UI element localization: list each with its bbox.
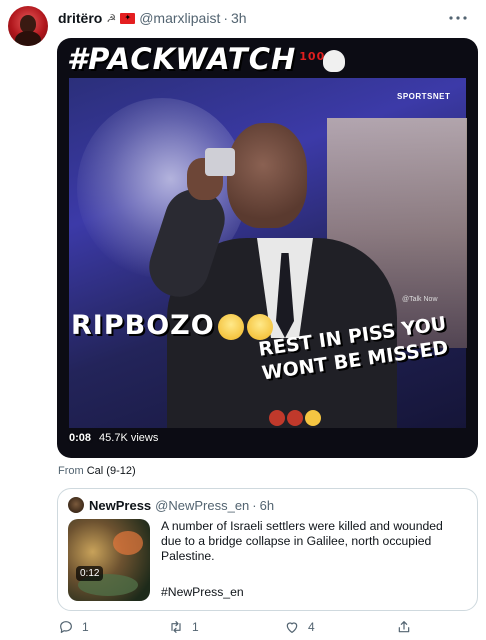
tweet-time[interactable]: 3h [231, 10, 247, 26]
share-button[interactable] [396, 619, 412, 635]
skull-emoji-icon [323, 50, 346, 72]
source-attribution: From Cal (9-12) [58, 465, 136, 477]
video-watermark: @Talk Now [402, 296, 438, 303]
like-button[interactable]: 4 [284, 619, 315, 635]
quoted-author-handle: @NewPress_en [155, 497, 250, 513]
tweet-actions: 1 1 4 [58, 619, 418, 637]
laughing-emoji-icon [217, 313, 244, 340]
quoted-tweet-hashtag: #NewPress_en [161, 585, 244, 599]
video-cup [205, 148, 235, 176]
red-heart-emoji-icon [287, 410, 303, 426]
share-icon [398, 621, 410, 633]
reply-button[interactable]: 1 [58, 619, 89, 635]
video-person-head [227, 123, 307, 228]
video-views: 45.7K views [99, 432, 159, 444]
quoted-author-avatar [68, 497, 84, 513]
author-name[interactable]: dritëro [58, 10, 102, 26]
author-handle[interactable]: @marxlipaist [139, 10, 220, 26]
quoted-tweet[interactable]: NewPress @NewPress_en · 6h 0:12 A number… [57, 488, 478, 611]
caption-ripbozo-text: RIPBOZO [71, 310, 215, 341]
caption-packwatch-text: #PACKWATCH [67, 42, 297, 76]
hammer-sickle-emoji: ☭ [106, 12, 117, 25]
tweet-video[interactable]: SPORTSNET @Talk Now #PACKWATCH 100 RIPBOZ… [57, 38, 478, 458]
heart-icon [286, 622, 298, 633]
avatar-body [15, 31, 41, 46]
quoted-author-name: NewPress [89, 497, 152, 513]
source-prefix: From [58, 465, 84, 477]
thumbnail-fire [113, 531, 143, 555]
retweet-icon [171, 621, 181, 633]
video-timestamp: 0:08 [69, 432, 92, 444]
quoted-header-separator: · [252, 497, 257, 513]
red-heart-emoji-icon [269, 410, 285, 426]
video-meta: 0:08 45.7K views [69, 432, 158, 444]
hundred-emoji-icon: 100 [299, 50, 326, 63]
reply-count: 1 [82, 620, 89, 634]
quoted-tweet-text: A number of Israeli settlers were killed… [161, 519, 443, 563]
caption-ripbozo: RIPBOZO [71, 310, 273, 341]
quoted-tweet-time: 6h [259, 497, 275, 513]
reply-icon [60, 621, 72, 633]
tweet[interactable]: dritëro ☭ ✦ @marxlipaist · 3h SPORTSNET … [0, 0, 486, 640]
header-separator: · [223, 10, 229, 26]
quoted-tweet-header: NewPress @NewPress_en · 6h [68, 497, 274, 513]
quoted-video-duration: 0:12 [76, 566, 104, 581]
caption-rest-emojis [269, 410, 321, 426]
like-count: 4 [308, 620, 315, 634]
retweet-button[interactable]: 1 [168, 619, 199, 635]
albania-flag-icon: ✦ [120, 12, 136, 24]
quoted-video-thumbnail[interactable]: 0:12 [68, 519, 150, 601]
channel-logo: SPORTSNET [397, 92, 451, 101]
more-options-icon[interactable] [448, 8, 468, 28]
caption-packwatch: #PACKWATCH 100 [67, 42, 346, 76]
author-avatar[interactable] [8, 6, 48, 46]
retweet-count: 1 [192, 620, 199, 634]
source-name[interactable]: Cal (9-12) [87, 465, 136, 477]
laughing-emoji-icon [305, 410, 321, 426]
tweet-header: dritëro ☭ ✦ @marxlipaist · 3h [58, 8, 247, 28]
